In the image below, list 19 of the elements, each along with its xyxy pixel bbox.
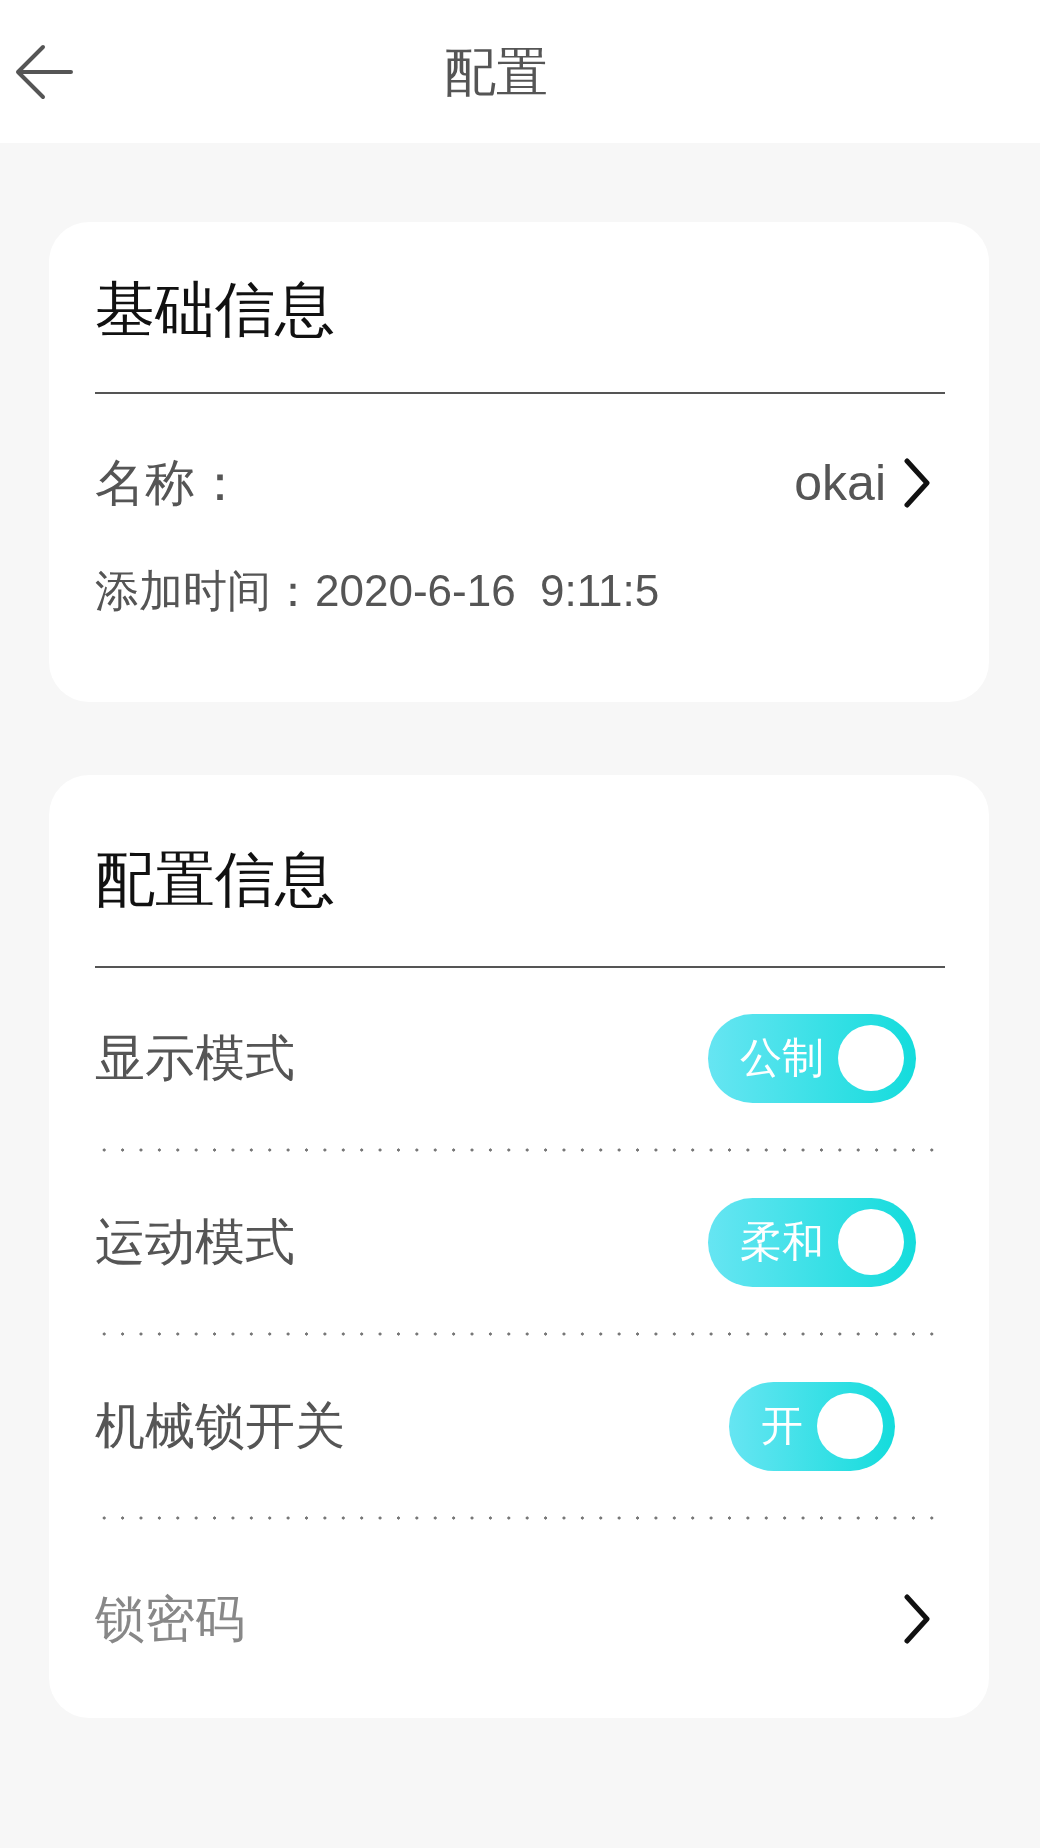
toggle-switch[interactable]: 公制 bbox=[708, 1013, 916, 1103]
setting-label: 运动模式 bbox=[95, 1213, 295, 1272]
toggle-switch[interactable]: 柔和 bbox=[708, 1197, 916, 1287]
toggle-knob bbox=[838, 1209, 904, 1275]
setting-label: 机械锁开关 bbox=[95, 1397, 345, 1456]
back-arrow-icon bbox=[15, 43, 73, 100]
chevron-right-icon[interactable] bbox=[904, 1594, 930, 1644]
setting-label: 显示模式 bbox=[95, 1029, 295, 1088]
page-title: 配置 bbox=[443, 41, 549, 103]
section-title: 基础信息 bbox=[95, 275, 336, 345]
added-time-text: 添加时间：2020-6-16 9:11:5 bbox=[95, 565, 660, 617]
section-title: 配置信息 bbox=[95, 845, 336, 915]
name-label: 名称： bbox=[95, 454, 245, 513]
toggle-knob bbox=[817, 1393, 883, 1459]
toggle-knob bbox=[838, 1025, 904, 1091]
toggle-switch[interactable]: 开 bbox=[729, 1381, 895, 1471]
name-value: okai bbox=[794, 454, 886, 513]
setting-label: 锁密码 bbox=[95, 1590, 245, 1649]
chevron-right-icon[interactable] bbox=[904, 458, 930, 508]
